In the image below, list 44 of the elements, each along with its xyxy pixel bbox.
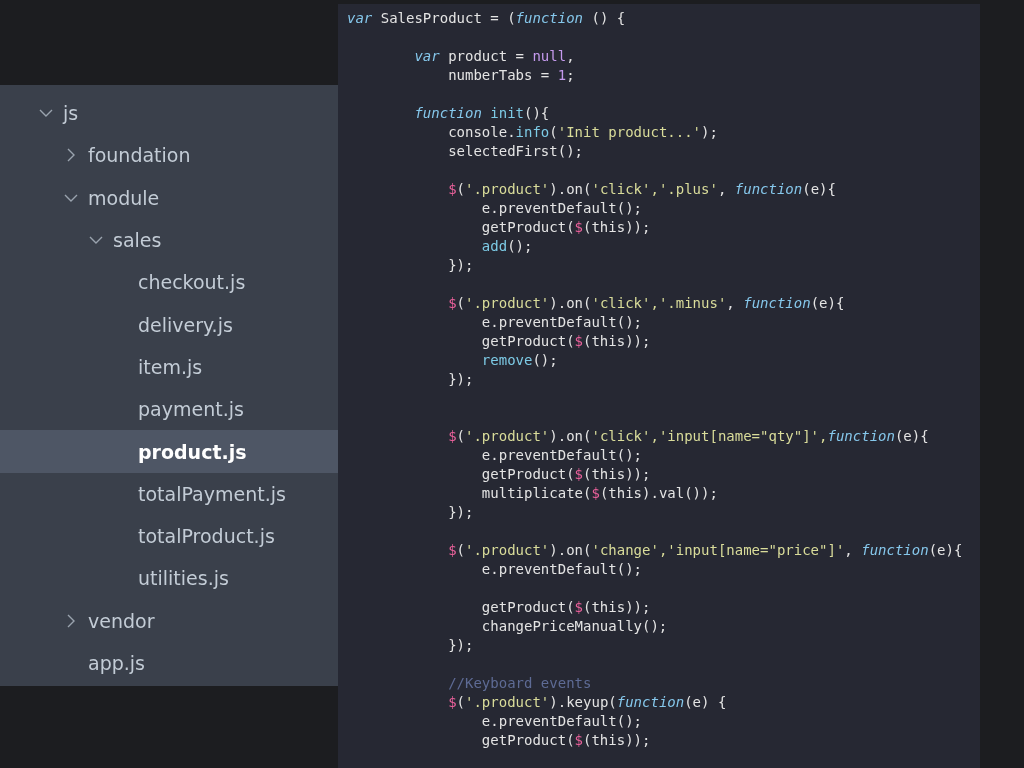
code-line: numberTabs = 1; — [447, 66, 576, 85]
code-line: add(); — [480, 237, 534, 256]
code-line: e.preventDefault(); — [480, 313, 643, 332]
code-line: e.preventDefault(); — [480, 446, 643, 465]
code-line: console.info('Init product...'); — [447, 123, 719, 142]
code-line: getProduct($(this)); — [480, 598, 652, 617]
code-line: }); — [447, 636, 475, 655]
file-tree-item[interactable]: app.js — [0, 641, 338, 685]
code-line: }); — [447, 370, 475, 389]
file-tree-item[interactable]: foundation — [0, 134, 338, 177]
file-tree-item[interactable]: utilities.js — [0, 557, 338, 600]
code-line: $('.product').on('change','input[name="price"]', function(e){ — [447, 541, 964, 560]
file-tree-item[interactable]: vendor — [0, 599, 338, 642]
file-tree-item[interactable]: payment.js — [0, 388, 338, 431]
code-line: var SalesProduct = (function () { — [347, 9, 627, 28]
code-line: getProduct($(this)); — [480, 465, 652, 484]
code-line: e.preventDefault(); — [480, 712, 643, 731]
code-line: //Keyboard events — [447, 674, 593, 693]
file-tree-item[interactable]: js — [0, 92, 338, 135]
code-line: e.preventDefault(); — [480, 199, 643, 218]
file-tree-item[interactable]: item.js — [0, 345, 338, 389]
file-tree-item[interactable]: totalProduct.js — [0, 514, 338, 558]
code-line: $('.product').keyup(function(e) { — [447, 693, 728, 712]
file-tree-item[interactable]: sales — [0, 218, 338, 262]
code-line: getProduct($(this)); — [480, 332, 652, 351]
file-tree-item[interactable]: checkout.js — [0, 261, 338, 304]
code-line: var product = null, — [413, 47, 576, 66]
code-line: function init(){ — [413, 104, 551, 123]
code-line: selectedFirst(); — [447, 142, 584, 161]
code-line: remove(); — [480, 351, 559, 370]
file-tree-item[interactable]: totalPayment.js — [0, 472, 338, 515]
code-line: $('.product').on('click','input[name="qty"]',function(e){ — [447, 427, 930, 446]
code-line: $('.product').on('click','.plus', function(e){ — [447, 180, 837, 199]
file-tree-item[interactable]: product.js — [0, 430, 338, 473]
file-tree-item[interactable]: module — [0, 176, 338, 219]
code-line: $('.product').on('click','.minus', function(e){ — [447, 294, 846, 313]
code-line: getProduct($(this)); — [480, 731, 652, 750]
file-tree-item[interactable]: delivery.js — [0, 303, 338, 346]
code-line: multiplicate($(this).val()); — [480, 484, 719, 503]
code-line: e.preventDefault(); — [480, 560, 643, 579]
code-line: }); — [447, 256, 475, 275]
code-line: changePriceManually(); — [480, 617, 669, 636]
code-line: getProduct($(this)); — [480, 218, 652, 237]
code-line: }); — [447, 503, 475, 522]
